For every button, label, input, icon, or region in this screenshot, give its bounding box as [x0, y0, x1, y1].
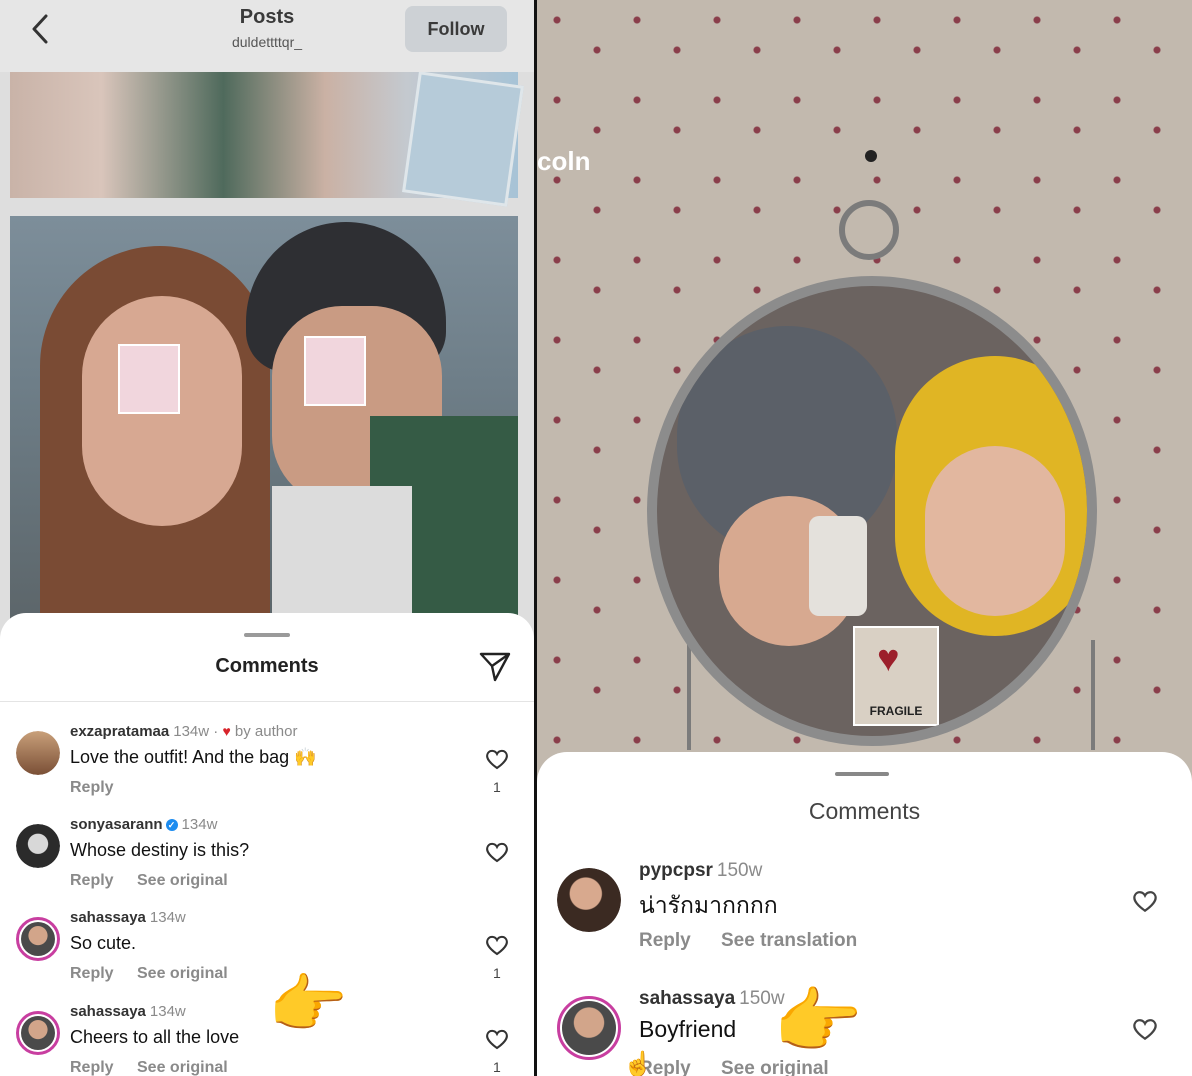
- comments-title: Comments: [808, 798, 921, 824]
- heart-icon[interactable]: [1131, 888, 1159, 914]
- heart-icon[interactable]: [484, 840, 510, 864]
- pointing-hand-icon: 👉: [773, 982, 863, 1062]
- comment-username[interactable]: exzapratamaa: [70, 723, 169, 740]
- sheet-drag-handle[interactable]: [244, 633, 290, 637]
- comment-username[interactable]: pypcpsr: [639, 860, 713, 881]
- pointing-hand-icon: 👉: [268, 968, 348, 1040]
- comments-title: Comments: [215, 655, 319, 677]
- comment-item: sahassaya 134w Cheers to all the love Rep…: [0, 1003, 534, 1076]
- comment-text: Whose destiny is this?: [70, 840, 250, 860]
- right-screenshot: coln ♥ FRAGILE Comments pypcpsr 150w น่ารั…: [537, 0, 1192, 1076]
- avatar[interactable]: [16, 824, 60, 868]
- comment-time: 134w: [149, 909, 186, 926]
- left-screenshot: Posts duldettttqr_ Follow Comments exzap…: [0, 0, 534, 1076]
- heart-icon[interactable]: [484, 747, 510, 771]
- comment-text: น่ารักมากกกก: [639, 892, 778, 918]
- mirror-ring: [839, 200, 899, 260]
- round-mirror[interactable]: ♥ FRAGILE: [647, 276, 1097, 746]
- comment-username[interactable]: sahassaya: [70, 909, 146, 926]
- see-original-button[interactable]: See original: [137, 965, 228, 983]
- avatar[interactable]: [16, 731, 60, 775]
- divider: [0, 701, 534, 702]
- fragile-sticker: ♥ FRAGILE: [853, 626, 939, 726]
- see-original-button[interactable]: See original: [137, 1059, 228, 1076]
- eye-sticker: [118, 344, 180, 414]
- see-translation-button[interactable]: See translation: [721, 930, 857, 952]
- comment-text: Love the outfit! And the bag 🙌: [70, 747, 317, 767]
- like-count: 1: [493, 779, 501, 795]
- paper-item: [402, 71, 524, 207]
- reply-button[interactable]: Reply: [70, 1059, 114, 1076]
- post-photo-couple[interactable]: [10, 216, 518, 636]
- follow-button[interactable]: Follow: [405, 6, 507, 52]
- eye-sticker: [304, 336, 366, 406]
- comment-item: pypcpsr 150w น่ารักมากกกก Reply See trans…: [537, 860, 1192, 970]
- wall-hook: [865, 150, 877, 162]
- comment-text: So cute.: [70, 933, 137, 953]
- comment-text: Boyfriend: [639, 1016, 737, 1042]
- overlay-caption: coln: [537, 146, 591, 176]
- avatar[interactable]: [557, 868, 621, 932]
- comment-item: exzapratamaa 134w · ♥ by author Love the …: [0, 723, 534, 815]
- comment-username[interactable]: sahassaya: [70, 1003, 146, 1020]
- avatar[interactable]: [16, 917, 60, 961]
- see-original-button[interactable]: See original: [137, 872, 228, 890]
- reply-button[interactable]: Reply: [70, 779, 114, 797]
- send-icon[interactable]: [478, 649, 512, 683]
- heart-icon[interactable]: [484, 1027, 510, 1051]
- like-count: 1: [493, 1059, 501, 1075]
- avatar[interactable]: [16, 1011, 60, 1055]
- comment-text: Cheers to all the love: [70, 1027, 240, 1047]
- comment-time: 134w ·: [173, 723, 219, 740]
- comment-username[interactable]: sahassaya: [639, 988, 735, 1009]
- heart-icon[interactable]: [484, 933, 510, 957]
- comment-item: sahassaya 134w So cute. Reply See origina…: [0, 909, 534, 1001]
- verified-badge-icon: ✓: [165, 819, 178, 831]
- hand-cursor-icon: ☝: [623, 1051, 653, 1076]
- reply-button[interactable]: Reply: [639, 930, 691, 952]
- phone: [809, 516, 867, 616]
- reply-button[interactable]: Reply: [70, 872, 114, 890]
- posts-header: Posts duldettttqr_ Follow: [0, 0, 534, 72]
- comment-username[interactable]: sonyasarann: [70, 816, 163, 833]
- sheet-drag-handle[interactable]: [835, 772, 889, 776]
- comment-time: 134w: [149, 1003, 186, 1020]
- broken-heart-icon: ♥: [877, 638, 900, 680]
- comment-time: 150w: [716, 860, 763, 881]
- like-count: 1: [493, 965, 501, 981]
- liked-by-author: by author: [234, 723, 298, 740]
- comment-time: 134w: [181, 816, 218, 833]
- comment-item: sonyasarann ✓ 134w Whose destiny is this? …: [0, 816, 534, 908]
- heart-filled-icon: ♥: [222, 723, 231, 739]
- comments-sheet: Comments pypcpsr 150w น่ารักมากกกก Reply …: [537, 752, 1192, 1076]
- avatar[interactable]: [557, 996, 621, 1060]
- comments-sheet: Comments exzapratamaa 134w · ♥ by author …: [0, 613, 534, 1076]
- post-photo-top[interactable]: [10, 71, 524, 207]
- reply-button[interactable]: Reply: [70, 965, 114, 983]
- heart-icon[interactable]: [1131, 1016, 1159, 1042]
